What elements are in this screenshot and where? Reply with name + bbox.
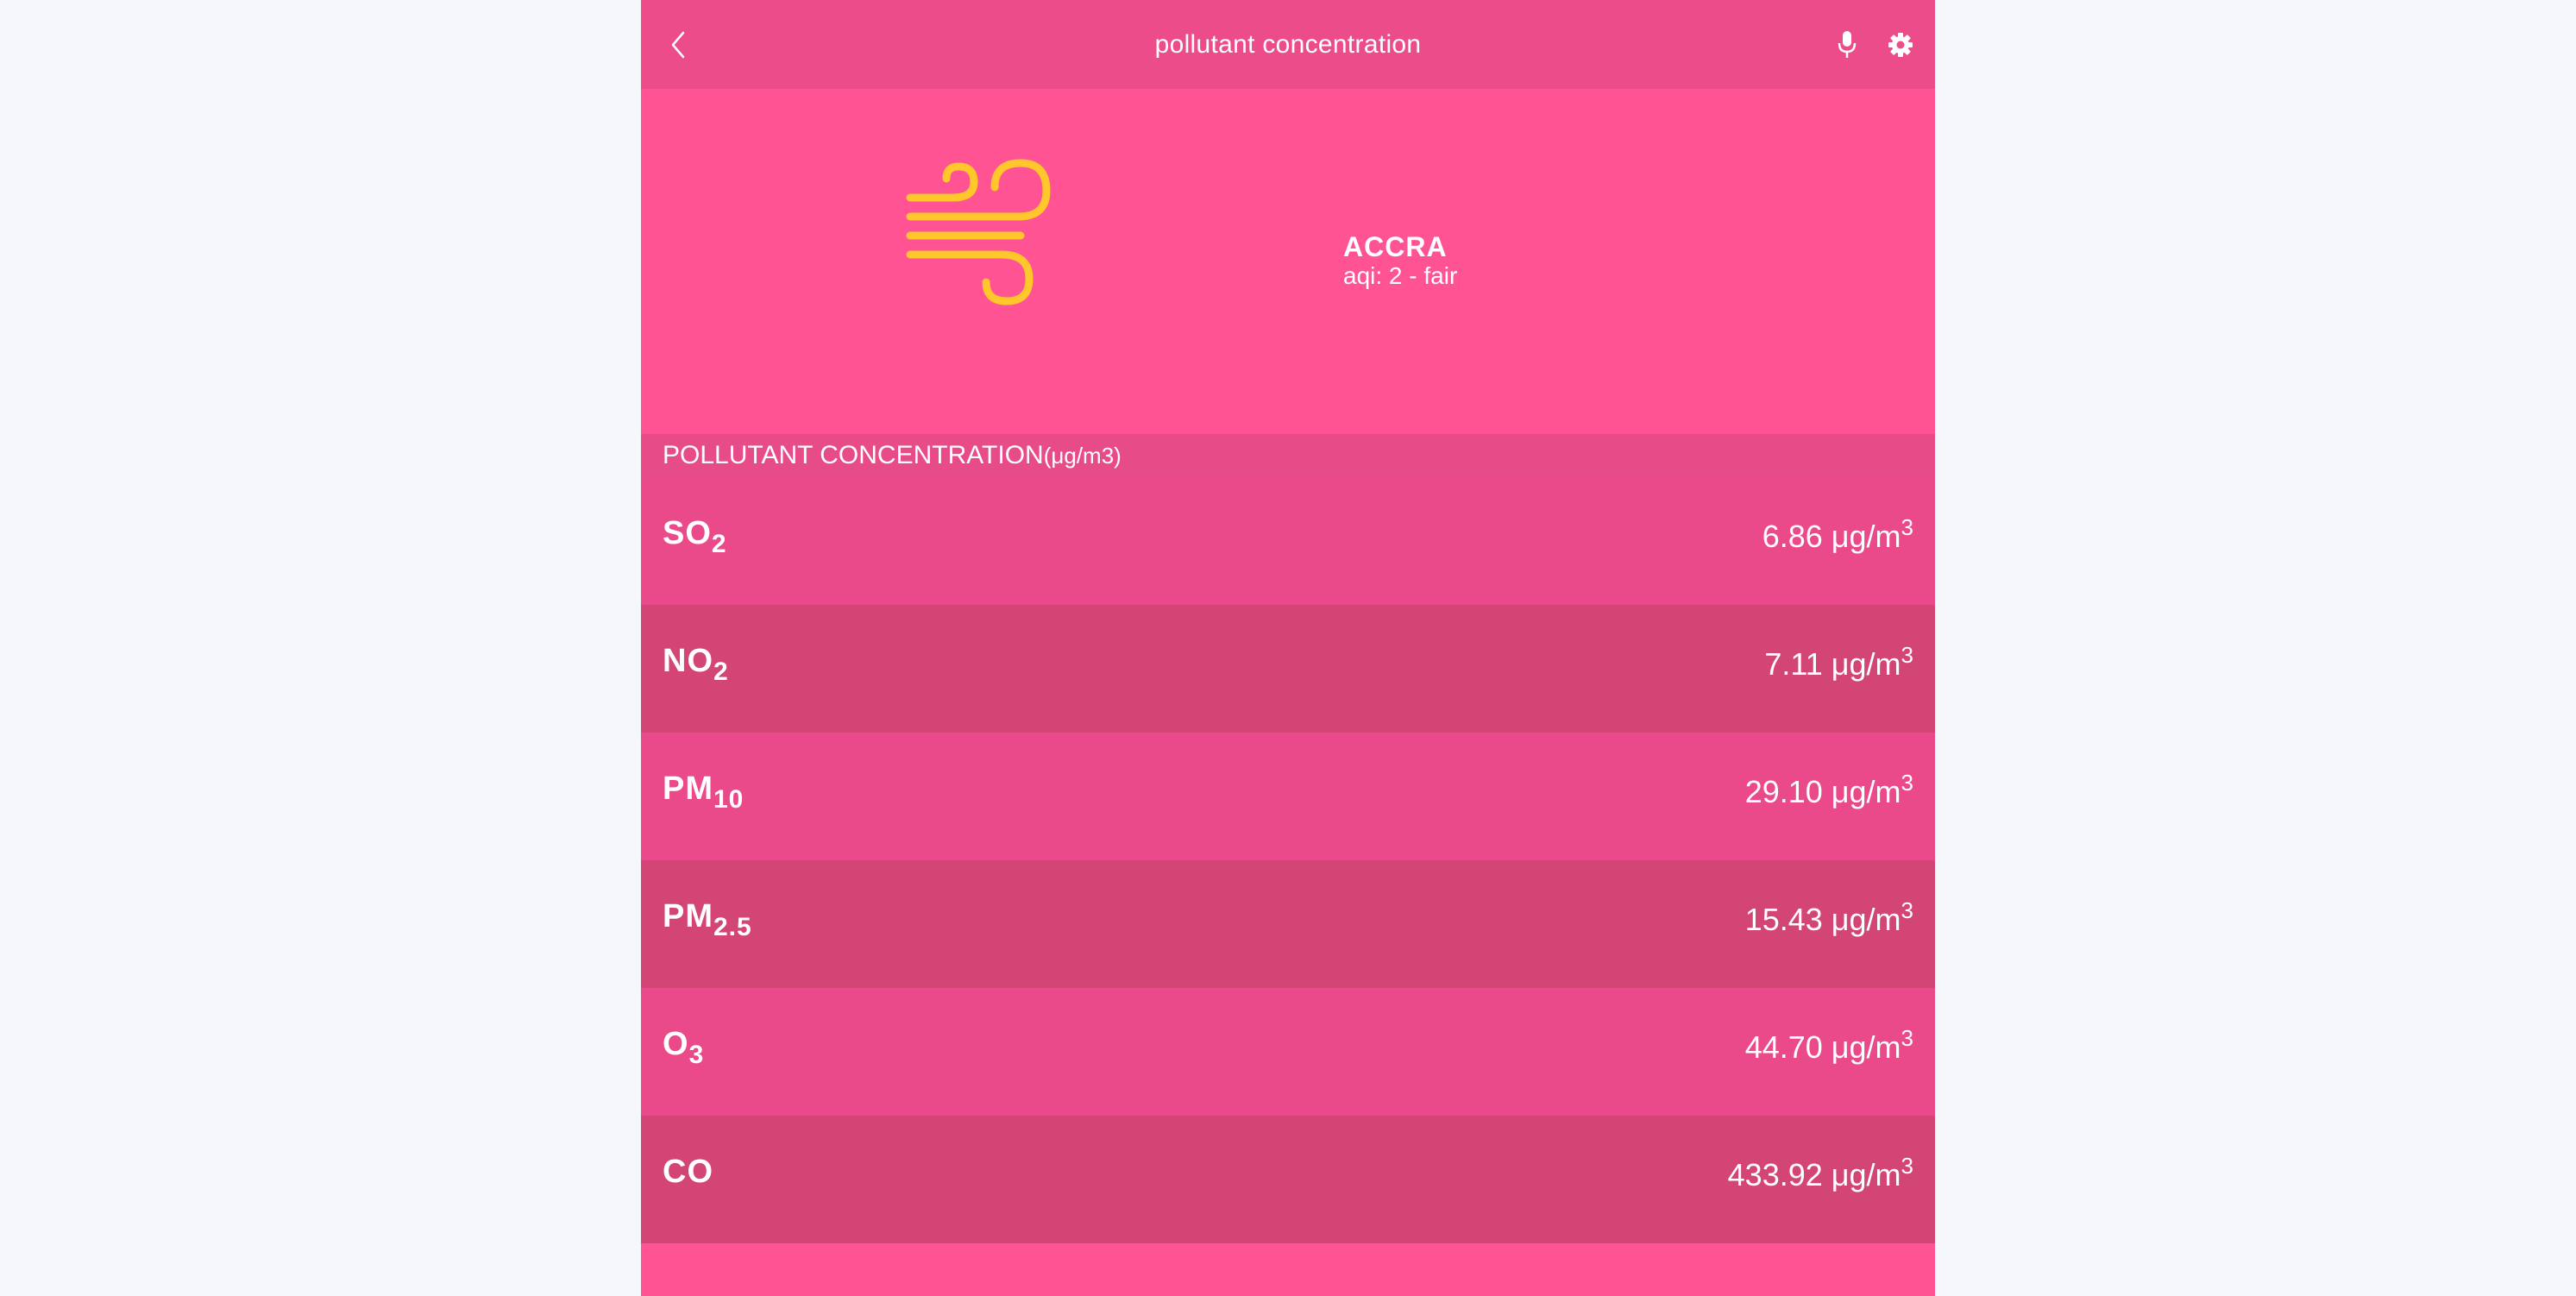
section-header: POLLUTANT CONCENTRATION(μg/m3) bbox=[641, 434, 1935, 477]
gear-icon bbox=[1888, 33, 1913, 57]
chevron-left-icon bbox=[671, 31, 685, 59]
aqi-status: aqi: 2 - fair bbox=[1343, 262, 1458, 289]
pollutant-row-co: CO 433.92 μg/m3 bbox=[641, 1116, 1935, 1243]
pollutant-value: 433.92 μg/m3 bbox=[1727, 1153, 1913, 1192]
pollutant-name: SO2 bbox=[663, 515, 727, 558]
section-unit: (μg/m3) bbox=[1043, 443, 1122, 469]
pollutant-name: NO2 bbox=[663, 643, 729, 686]
app-window: pollutant concentration ACCRA aqi: 2 - f… bbox=[641, 0, 1935, 1296]
settings-button[interactable] bbox=[1884, 28, 1917, 61]
location-summary: ACCRA aqi: 2 - fair bbox=[641, 89, 1935, 434]
pollutant-value: 7.11 μg/m3 bbox=[1764, 642, 1913, 682]
wind-icon bbox=[906, 159, 1051, 305]
city-info: ACCRA aqi: 2 - fair bbox=[1343, 231, 1457, 290]
pollutant-name: PM2.5 bbox=[663, 898, 752, 941]
pollutant-name: O3 bbox=[663, 1026, 705, 1069]
pollutant-row-o3: O3 44.70 μg/m3 bbox=[641, 988, 1935, 1116]
pollutant-row-so2: SO2 6.86 μg/m3 bbox=[641, 477, 1935, 605]
pollutant-value: 44.70 μg/m3 bbox=[1744, 1025, 1913, 1065]
microphone-icon bbox=[1838, 31, 1857, 58]
pollutant-value: 6.86 μg/m3 bbox=[1762, 514, 1913, 554]
pollutant-value: 15.43 μg/m3 bbox=[1744, 897, 1913, 937]
pollutant-list: SO2 6.86 μg/m3 NO2 7.11 μg/m3 PM10 29.10… bbox=[641, 477, 1935, 1243]
back-button[interactable] bbox=[660, 26, 698, 64]
page-title: pollutant concentration bbox=[1154, 30, 1422, 59]
voice-search-button[interactable] bbox=[1831, 28, 1863, 62]
pollutant-row-pm25: PM2.5 15.43 μg/m3 bbox=[641, 860, 1935, 988]
pollutant-name: CO bbox=[663, 1154, 713, 1190]
pollutant-name: PM10 bbox=[663, 771, 745, 814]
top-bar: pollutant concentration bbox=[641, 0, 1935, 89]
pollutant-value: 29.10 μg/m3 bbox=[1744, 770, 1913, 809]
city-name: ACCRA bbox=[1343, 231, 1448, 262]
pollutant-row-pm10: PM10 29.10 μg/m3 bbox=[641, 733, 1935, 860]
pollutant-row-no2: NO2 7.11 μg/m3 bbox=[641, 605, 1935, 733]
section-title: POLLUTANT CONCENTRATION bbox=[663, 441, 1044, 469]
